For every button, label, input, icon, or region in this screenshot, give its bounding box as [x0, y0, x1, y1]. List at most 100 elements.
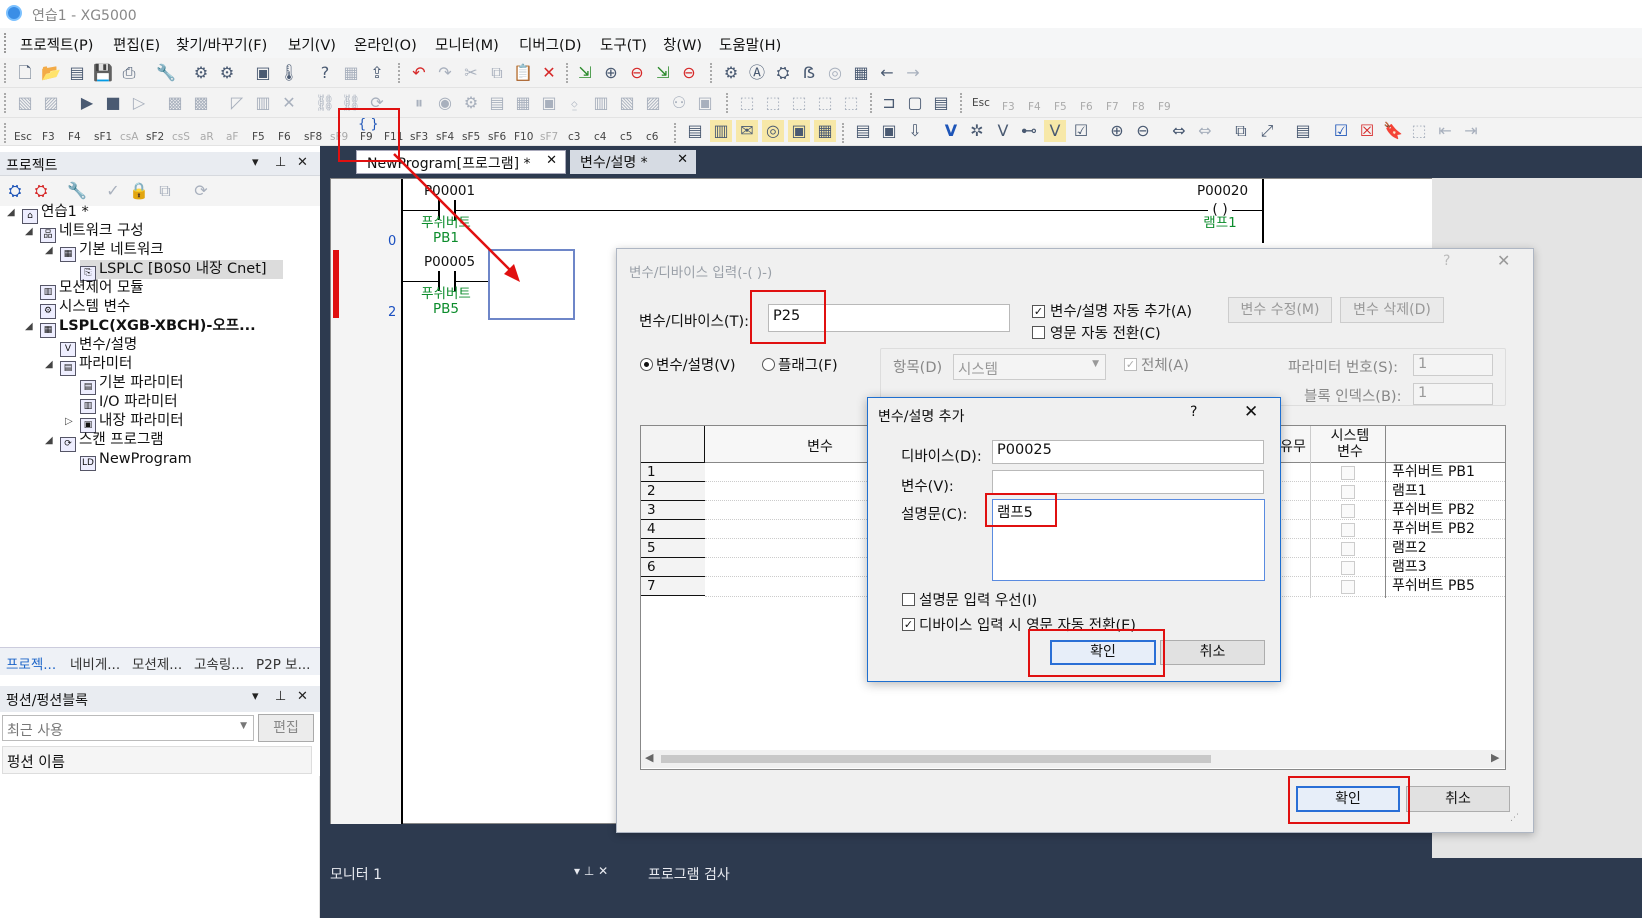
uncheck-icon[interactable]: ☒: [1356, 120, 1378, 142]
insert-col-icon[interactable]: ⊕: [600, 62, 622, 84]
block3-icon[interactable]: ⬚: [788, 92, 810, 114]
grid-icon[interactable]: ▦: [850, 62, 872, 84]
menu-window[interactable]: 창(W): [663, 34, 702, 55]
tree-check-icon[interactable]: ✓: [102, 180, 124, 202]
zoom-icon[interactable]: ◎: [824, 62, 846, 84]
add-variable-input[interactable]: [992, 470, 1264, 494]
menu-online[interactable]: 온라인(O): [354, 34, 417, 55]
system-var-checkbox[interactable]: [1341, 580, 1355, 594]
paste-icon[interactable]: 📋: [512, 62, 534, 84]
block-index-input[interactable]: 1: [1413, 383, 1493, 405]
network-icon[interactable]: ⍚: [564, 92, 586, 114]
comm-icon[interactable]: ▣: [694, 92, 716, 114]
ladder-key-c3[interactable]: c3: [568, 132, 580, 143]
event-icon[interactable]: ▧: [616, 92, 638, 114]
tab-highspeed-link[interactable]: 고속링...: [194, 653, 244, 673]
row-number[interactable]: 7: [641, 577, 705, 596]
tree-item-basic-network[interactable]: ◢ ▦ 기본 네트워크: [45, 241, 164, 262]
thermometer-icon[interactable]: 🌡: [278, 62, 300, 84]
bookmark-prev-icon[interactable]: ⇤: [1434, 120, 1456, 142]
var-icon[interactable]: V: [992, 120, 1014, 142]
forward-arrow-icon[interactable]: →: [902, 62, 924, 84]
menu-find-replace[interactable]: 찾기/바꾸기(F): [176, 34, 267, 55]
tree-item-io-params[interactable]: ▥ I/O 파라미터: [80, 393, 178, 414]
cut-icon[interactable]: ✂: [460, 62, 482, 84]
ladder-key-af[interactable]: aF: [226, 132, 238, 143]
row-number[interactable]: 2: [641, 482, 705, 501]
resize-grip-icon[interactable]: ⋰: [1510, 813, 1519, 823]
tab-close-icon[interactable]: ✕: [677, 152, 688, 167]
row-number[interactable]: 3: [641, 501, 705, 520]
system-var-checkbox[interactable]: [1341, 561, 1355, 575]
auto-add-checkbox[interactable]: ✓: [1032, 305, 1045, 318]
bookmark2-icon[interactable]: ⬚: [1408, 120, 1430, 142]
system-var-checkbox[interactable]: [1341, 504, 1355, 518]
key-f7[interactable]: F7: [1106, 102, 1119, 113]
param-icon[interactable]: ▤: [852, 120, 874, 142]
ladder-key-f5[interactable]: F5: [252, 132, 265, 143]
delete-rung-icon[interactable]: ⊖: [678, 62, 700, 84]
row-number[interactable]: 5: [641, 539, 705, 558]
tab-p2p[interactable]: P2P 보...: [256, 653, 310, 673]
param-no-input[interactable]: 1: [1413, 354, 1493, 376]
grid-horizontal-scrollbar[interactable]: ◀ ▶: [641, 750, 1505, 768]
tree-wrench-icon[interactable]: 🔧: [66, 180, 88, 202]
block4-icon[interactable]: ⬚: [814, 92, 836, 114]
insert-rung-icon[interactable]: ⇲: [652, 62, 674, 84]
func-pin-icon[interactable]: ⊥: [275, 689, 286, 704]
ladder-key-sf1[interactable]: sF1: [94, 132, 112, 143]
row-comment[interactable]: 램프2: [1392, 539, 1427, 558]
split2-icon[interactable]: ⇔: [1194, 120, 1216, 142]
menu-tools[interactable]: 도구(T): [600, 34, 647, 55]
trend-icon[interactable]: ▤: [486, 92, 508, 114]
io-icon[interactable]: ▣: [878, 120, 900, 142]
user-icon[interactable]: ⚇: [668, 92, 690, 114]
view-glasses-icon[interactable]: ◎: [762, 120, 784, 142]
v-icon[interactable]: V: [940, 120, 962, 142]
row-comment[interactable]: 푸쉬버트 PB2: [1392, 520, 1475, 539]
system-var-checkbox[interactable]: [1341, 542, 1355, 556]
context-help-icon[interactable]: ▦: [340, 62, 362, 84]
wrench-icon[interactable]: 🔧: [155, 62, 177, 84]
func-close-icon[interactable]: ✕: [297, 689, 308, 704]
tree-filter-off-icon[interactable]: ⛭: [30, 180, 52, 202]
comment-first-checkbox[interactable]: [902, 593, 915, 606]
monitor-pane-title[interactable]: 모니터 1: [330, 864, 382, 884]
tree-copy-icon[interactable]: ⧉: [154, 180, 176, 202]
history-icon[interactable]: ▨: [642, 92, 664, 114]
all-checkbox[interactable]: ✓: [1124, 358, 1137, 371]
chart-icon[interactable]: ▥: [590, 92, 612, 114]
delete-icon[interactable]: ✕: [538, 62, 560, 84]
add-dialog-cancel-button[interactable]: 취소: [1160, 640, 1265, 665]
tab-project[interactable]: 프로젝...: [6, 653, 56, 673]
view-hh-icon[interactable]: ▥: [710, 120, 732, 142]
block5-icon[interactable]: ⬚: [840, 92, 862, 114]
tree-refresh-icon[interactable]: ⟳: [190, 180, 212, 202]
tree-item-scan-program[interactable]: ◢ ⟳ 스캔 프로그램: [45, 431, 164, 452]
undo-icon[interactable]: ↶: [408, 62, 430, 84]
delete-variable-button[interactable]: 변수 삭제(D): [1340, 297, 1444, 323]
zoom-out-icon[interactable]: ⊖: [1132, 120, 1154, 142]
tab-navigation[interactable]: 네비게...: [70, 653, 120, 673]
menu-debug[interactable]: 디버그(D): [519, 34, 582, 55]
ladder-key-sf2[interactable]: sF2: [146, 132, 164, 143]
row-number[interactable]: 4: [641, 520, 705, 539]
export-icon[interactable]: ⇩: [904, 120, 926, 142]
row-comment[interactable]: 푸쉬버트 PB5: [1392, 577, 1475, 596]
bookmark-icon[interactable]: 🔖: [1382, 120, 1404, 142]
tree-item-system-vars[interactable]: ⚙ 시스템 변수: [40, 298, 130, 319]
tree-item-var-desc[interactable]: V 변수/설명: [60, 336, 137, 357]
ladder-key-f3[interactable]: F3: [42, 132, 55, 143]
var3-icon[interactable]: V: [1044, 120, 1066, 142]
compile-all-icon[interactable]: ⚙: [216, 62, 238, 84]
key-f4[interactable]: F4: [1028, 102, 1041, 113]
col-header-system[interactable]: 시스템: [1320, 428, 1380, 444]
plc-icon[interactable]: ⇪: [366, 62, 388, 84]
delete-line-icon[interactable]: ⊖: [626, 62, 648, 84]
key-f9[interactable]: F9: [1158, 102, 1171, 113]
check-icon[interactable]: ☑: [1070, 120, 1092, 142]
row-number[interactable]: 1: [641, 463, 705, 482]
tree-item-project[interactable]: ◢ ⌂ 연습1 *: [7, 203, 89, 224]
print-icon[interactable]: ⎙: [118, 62, 140, 84]
tree-lock-icon[interactable]: 🔒: [128, 180, 150, 202]
